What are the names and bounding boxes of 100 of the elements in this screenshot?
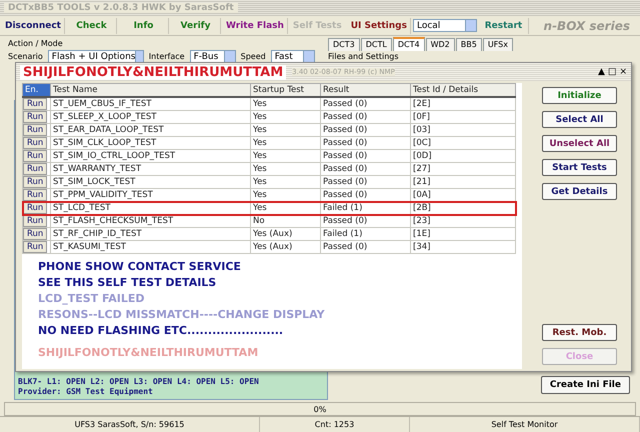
table-cell: Yes	[250, 97, 320, 110]
window-title: DCTxBB5 TOOLS v 2.0.8.3 HWK by SarasSoft	[4, 3, 238, 13]
table-cell: Yes	[250, 188, 320, 202]
table-cell: ST_SIM_LOCK_TEST	[50, 176, 250, 188]
table-cell: ST_SIM_CLK_LOOP_TEST	[50, 136, 250, 150]
run-button[interactable]: Run	[23, 202, 48, 214]
table-cell: Yes	[250, 176, 320, 188]
dialog-button[interactable]: Rest. Mob.	[542, 324, 617, 341]
dialog-title: SHIJILFONOTLY&NEILTHIRUMUTTAM	[20, 64, 286, 80]
message-text: NO NEED FLASHING ETC.......................	[38, 324, 284, 337]
table-cell: [0D]	[410, 150, 516, 162]
message-text: SHIJILFONOTLY&NEILTHIRUMUTTAM	[38, 346, 260, 359]
table-cell: Passed (0)	[320, 214, 410, 228]
toolbar-button[interactable]: Verify	[171, 18, 221, 34]
group-title: Files and Settings	[328, 52, 400, 62]
dialog-button[interactable]: Get Details	[542, 183, 617, 200]
table-cell: ST_RF_CHIP_ID_TEST	[50, 228, 250, 240]
table-cell: No	[250, 214, 320, 228]
table-cell: ST_FLASH_CHECKSUM_TEST	[50, 214, 250, 228]
column-header[interactable]: En.	[22, 84, 50, 97]
run-button[interactable]: Run	[23, 150, 48, 162]
table-cell: ST_PPM_VALIDITY_TEST	[50, 188, 250, 202]
run-button[interactable]: Run	[23, 111, 48, 123]
column-header[interactable]: Test Name	[50, 84, 250, 97]
dialog-button[interactable]: Unselect All	[542, 135, 617, 152]
field-label: Interface	[148, 52, 185, 61]
table-cell: Passed (0)	[320, 136, 410, 150]
tab[interactable]: BB5	[456, 38, 482, 51]
table-cell: [2E]	[410, 97, 516, 110]
table-cell: Failed (1)	[320, 202, 410, 214]
table-cell: Passed (0)	[320, 150, 410, 162]
tab[interactable]: DCTL	[360, 38, 392, 51]
run-button[interactable]: Run	[23, 215, 48, 227]
dropdown-icon	[464, 20, 476, 31]
dropdown-field[interactable]: Fast	[270, 50, 315, 63]
dropdown-field[interactable]: F-Bus	[190, 50, 236, 63]
run-button[interactable]: Run	[23, 98, 48, 110]
table-cell: [1E]	[410, 228, 516, 240]
table-cell: ST_WARRANTY_TEST	[50, 162, 250, 176]
table-cell: Yes	[250, 162, 320, 176]
table-cell: ST_SIM_IO_CTRL_LOOP_TEST	[50, 150, 250, 162]
window-control[interactable]: □	[608, 66, 616, 78]
run-button[interactable]: Run	[23, 163, 48, 175]
table-cell: ST_KASUMI_TEST	[50, 240, 250, 254]
table-cell: [21]	[410, 176, 516, 188]
column-header[interactable]: Result	[320, 84, 410, 97]
run-button[interactable]: Run	[23, 241, 48, 253]
message-text: LCD_TEST FAILED	[38, 292, 146, 305]
tab[interactable]: DCT3	[328, 38, 360, 51]
dropdown-field[interactable]: Flash + UI Options	[48, 50, 144, 63]
dialog-button[interactable]: Start Tests	[542, 159, 617, 176]
run-button[interactable]: Run	[23, 228, 48, 240]
table-cell: [23]	[410, 214, 516, 228]
table-cell: Yes	[250, 110, 320, 124]
tab[interactable]: WD2	[426, 38, 455, 51]
table-cell: Passed (0)	[320, 110, 410, 124]
table-cell: Failed (1)	[320, 228, 410, 240]
create-ini-button[interactable]: Create Ini File	[540, 376, 630, 394]
message-text: RESONS--LCD MISSMATCH----CHANGE DISPLAY	[38, 308, 326, 321]
toolbar-button[interactable]: Disconnect	[2, 18, 65, 34]
run-button[interactable]: Run	[23, 189, 48, 201]
brand-logo: n-BOX series	[544, 18, 631, 32]
field-label: Scenario	[8, 52, 43, 61]
status-text: UFS3 SarasSoft, S/n: 59615	[0, 417, 260, 432]
table-cell: [0F]	[410, 110, 516, 124]
log-line: Provider: GSM Test Equipment	[18, 387, 154, 397]
dropdown-icon	[224, 51, 235, 62]
run-button[interactable]: Run	[23, 124, 48, 136]
message-text: PHONE SHOW CONTACT SERVICE	[38, 260, 242, 273]
toolbar-button[interactable]: Check	[67, 18, 117, 34]
run-button[interactable]: Run	[23, 176, 48, 188]
table-cell: ST_UEM_CBUS_IF_TEST	[50, 97, 250, 110]
table-cell: Yes (Aux)	[250, 240, 320, 254]
toolbar-button[interactable]: Write Flash	[223, 18, 288, 34]
column-header[interactable]: Startup Test	[250, 84, 320, 97]
window-control[interactable]: ▲	[598, 66, 605, 78]
table-cell: Passed (0)	[320, 188, 410, 202]
tab[interactable]: UFSx	[482, 38, 513, 51]
mode-select[interactable]: Local	[412, 19, 477, 32]
table-cell: Passed (0)	[320, 97, 410, 110]
restart-button[interactable]: Restart	[478, 18, 529, 34]
table-cell: Passed (0)	[320, 176, 410, 188]
table-cell: [34]	[410, 240, 516, 254]
status-text: Self Test Monitor	[410, 417, 640, 432]
dialog-button[interactable]: Initialize	[542, 87, 617, 104]
status-text: Cnt: 1253	[260, 417, 410, 432]
table-cell: Yes	[250, 202, 320, 214]
table-cell: Passed (0)	[320, 162, 410, 176]
table-cell: Passed (0)	[320, 240, 410, 254]
toolbar-button[interactable]: Info	[119, 18, 169, 34]
run-button[interactable]: Run	[23, 137, 48, 149]
column-header[interactable]: Test Id / Details	[410, 84, 516, 97]
window-control[interactable]: ×	[619, 66, 627, 78]
toolbar-button[interactable]: UI Settings	[348, 18, 411, 34]
group-title: Action / Mode	[8, 39, 64, 49]
table-cell: [27]	[410, 162, 516, 176]
tab[interactable]: DCT4	[392, 37, 425, 51]
table-cell: Yes (Aux)	[250, 228, 320, 240]
dialog-button[interactable]: Select All	[542, 111, 617, 128]
table-cell: Yes	[250, 124, 320, 136]
